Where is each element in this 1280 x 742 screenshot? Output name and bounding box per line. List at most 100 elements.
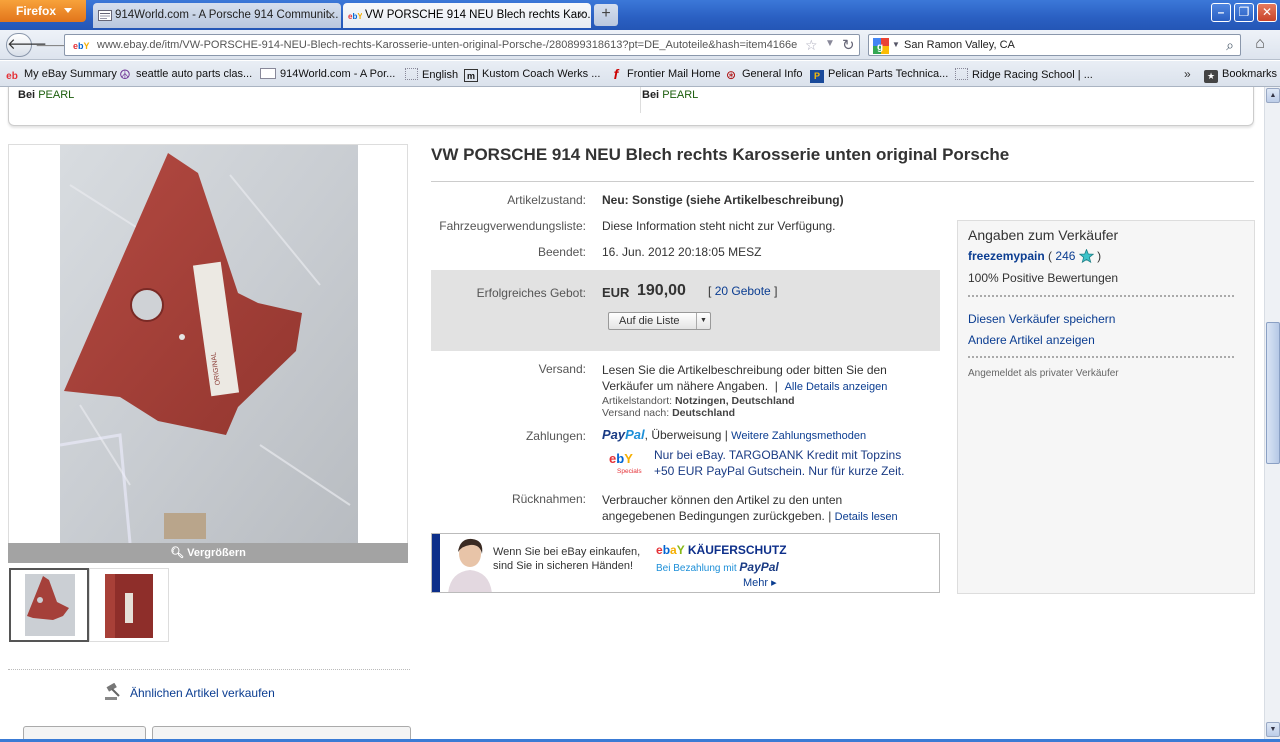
- tab-ebay-item[interactable]: ebY VW PORSCHE 914 NEU Blech rechts Karo…: [343, 3, 591, 28]
- private-seller-note: Angemeldet als privater Verkäufer: [968, 368, 1119, 379]
- winning-bid-label: Erfolgreiches Gebot:: [476, 286, 586, 300]
- paypal-logo: PayPal: [739, 560, 779, 574]
- bookmark-label: General Info: [742, 68, 803, 80]
- feedback-star-icon: [1078, 248, 1095, 264]
- m-icon: m: [464, 69, 478, 82]
- condition-value: Neu: Sonstige (siehe Artikelbeschreibung…: [602, 193, 844, 207]
- ebay-specials-icon: ebY Specials: [609, 451, 642, 475]
- bookmark-seattle[interactable]: ☮ seattle auto parts clas...: [118, 68, 252, 81]
- search-input[interactable]: San Ramon Valley, CA: [904, 39, 1015, 51]
- maximize-button[interactable]: ❐: [1234, 3, 1254, 22]
- bracket: ): [1097, 249, 1102, 263]
- bei-label: Bei: [642, 89, 660, 101]
- bookmarks-menu-button[interactable]: ★ Bookmarks: [1204, 68, 1277, 83]
- close-icon[interactable]: ✕: [577, 9, 586, 22]
- back-button[interactable]: 🡐: [6, 33, 47, 57]
- buyer-protection-banner[interactable]: Wenn Sie bei eBay einkaufen, sind Sie in…: [431, 533, 940, 593]
- ebay-icon: ebY: [73, 41, 90, 51]
- page-icon: [98, 10, 112, 21]
- seller-name-row: freezemypain ( 246 ): [968, 248, 1102, 264]
- shipping-label: Versand:: [538, 362, 586, 376]
- new-tab-button[interactable]: +: [594, 4, 618, 26]
- seller-link[interactable]: PEARL: [38, 89, 74, 101]
- banner-more-link[interactable]: Mehr ▸: [743, 576, 777, 589]
- navigation-bar: 🡐 🡒 ebY www.ebay.de/itm/VW-PORSCHE-914-N…: [0, 30, 1280, 60]
- bookmark-my-ebay[interactable]: eb My eBay Summary: [4, 68, 117, 83]
- url-bar[interactable]: ebY www.ebay.de/itm/VW-PORSCHE-914-NEU-B…: [64, 34, 860, 56]
- seller-name-link[interactable]: freezemypain: [968, 249, 1045, 263]
- bookmark-label: Ridge Racing School | ...: [972, 69, 1093, 81]
- seller-link[interactable]: PEARL: [662, 89, 698, 101]
- thumbnail-2[interactable]: [89, 568, 169, 642]
- more-payment-methods-link[interactable]: Weitere Zahlungsmethoden: [731, 430, 866, 442]
- divider: [968, 295, 1234, 297]
- ended-label: Beendet:: [537, 245, 586, 259]
- bookmark-914world[interactable]: 914World.com - A Por...: [260, 68, 395, 80]
- person-image: [448, 538, 492, 592]
- bookmark-star-icon[interactable]: ☆: [805, 37, 818, 54]
- minimize-button[interactable]: –: [1211, 3, 1231, 22]
- bookmarks-menu-label: Bookmarks: [1222, 68, 1278, 80]
- tab-914world[interactable]: 914World.com - A Porsche 914 Communit...…: [93, 3, 341, 28]
- reload-icon[interactable]: ↻: [842, 36, 855, 54]
- banner-subline: Bei Bezahlung mit PayPal: [656, 560, 779, 574]
- enlarge-button[interactable]: 🔍︎ Vergrößern: [8, 543, 408, 563]
- returns-label: Rücknahmen:: [511, 492, 586, 506]
- bid-history-link[interactable]: 20 Gebote: [715, 284, 771, 298]
- bookmark-ridge-racing[interactable]: Ridge Racing School | ...: [955, 68, 1093, 81]
- specials-promo[interactable]: Nur bei eBay. TARGOBANK Kredit mit Topzi…: [654, 447, 904, 479]
- search-icon[interactable]: ⌕: [1226, 37, 1234, 54]
- search-bar[interactable]: g ▼ San Ramon Valley, CA ⌕: [868, 34, 1241, 56]
- feedback-score-link[interactable]: 246: [1055, 249, 1075, 263]
- bracket: ]: [774, 284, 778, 298]
- forward-button[interactable]: 🡒: [35, 37, 73, 55]
- vehicle-list-label: Fahrzeugverwendungsliste:: [439, 219, 586, 233]
- bookmark-label: My eBay Summary: [24, 68, 117, 80]
- banner-stripe: [432, 534, 440, 592]
- bookmarks-overflow-button[interactable]: »: [1184, 67, 1191, 81]
- shipping-details-link[interactable]: Alle Details anzeigen: [785, 381, 888, 393]
- related-items-box: Bei PEARL Bei PEARL: [8, 87, 1254, 126]
- close-icon[interactable]: ✕: [327, 9, 336, 22]
- shipping-value: Lesen Sie die Artikelbeschreibung oder b…: [602, 362, 887, 419]
- divider: [431, 181, 1254, 182]
- thumbnail-1[interactable]: [9, 568, 89, 642]
- chevron-down-icon: [64, 8, 72, 13]
- payment-label: Zahlungen:: [525, 429, 586, 443]
- bookmark-general-info[interactable]: ⊛ General Info: [724, 68, 803, 82]
- google-icon: g: [873, 38, 889, 54]
- banner-text: Wenn Sie bei eBay einkaufen, sind Sie in…: [493, 545, 640, 573]
- pelican-icon: P: [810, 70, 824, 83]
- vertical-scrollbar[interactable]: ▲ ▼: [1264, 87, 1280, 742]
- other-items-link[interactable]: Andere Artikel anzeigen: [968, 333, 1095, 347]
- firefox-menu-button[interactable]: Firefox: [0, 0, 86, 22]
- close-window-button[interactable]: ✕: [1257, 3, 1277, 22]
- bookmark-kustom-coach[interactable]: m Kustom Coach Werks ...: [464, 68, 600, 82]
- item-location: Artikelstandort: Notzingen, Deutschland: [602, 395, 887, 407]
- bookmark-english[interactable]: English: [405, 68, 458, 81]
- bookmark-frontier[interactable]: f Frontier Mail Home: [609, 67, 721, 81]
- url-text[interactable]: www.ebay.de/itm/VW-PORSCHE-914-NEU-Blech…: [97, 39, 797, 51]
- sell-similar-link[interactable]: Ähnlichen Artikel verkaufen: [104, 683, 275, 701]
- scroll-down-button[interactable]: ▼: [1266, 722, 1280, 737]
- save-seller-link[interactable]: Diesen Verkäufer speichern: [968, 312, 1115, 326]
- chevron-down-icon[interactable]: ▼: [696, 313, 710, 329]
- scroll-thumb[interactable]: [1266, 322, 1280, 464]
- related-seller-right: Bei PEARL: [642, 89, 698, 101]
- related-seller-left: Bei PEARL: [18, 89, 74, 101]
- price-value: 190,00: [637, 282, 686, 299]
- returns-details-link[interactable]: Details lesen: [835, 511, 898, 523]
- bookmark-label: Frontier Mail Home: [627, 68, 721, 80]
- seller-heading: Angaben zum Verkäufer: [968, 227, 1119, 243]
- home-button[interactable]: ⌂: [1249, 35, 1271, 55]
- bookmark-pelican[interactable]: P Pelican Parts Technica...: [810, 68, 948, 83]
- buyer-protection-title: KÄUFERSCHUTZ: [687, 543, 787, 557]
- add-to-watchlist-button[interactable]: Auf die Liste ▼: [608, 312, 711, 330]
- item-photo[interactable]: ORIGINAL: [60, 145, 358, 543]
- paypal-logo-part: Pay: [602, 427, 626, 442]
- vehicle-list-value: Diese Information steht nicht zur Verfüg…: [602, 219, 836, 233]
- zoom-icon: 🔍︎: [170, 547, 185, 559]
- scroll-up-button[interactable]: ▲: [1266, 88, 1280, 103]
- chevron-down-icon[interactable]: ▼: [892, 40, 900, 49]
- history-dropdown-icon[interactable]: ▼: [825, 38, 835, 49]
